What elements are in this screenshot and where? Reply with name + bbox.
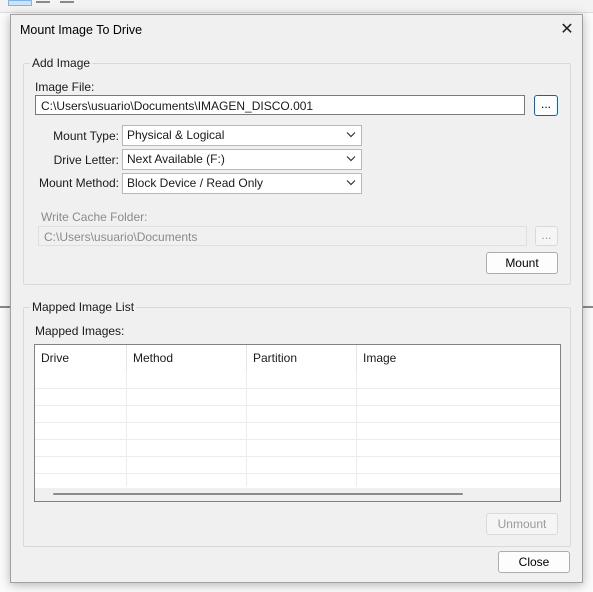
background-toolbar xyxy=(0,0,593,13)
close-button[interactable]: Close xyxy=(498,551,570,573)
drive-letter-value: Next Available (F:) xyxy=(127,152,225,166)
add-image-legend: Add Image xyxy=(30,56,93,70)
background-separator xyxy=(36,1,50,3)
write-cache-label: Write Cache Folder: xyxy=(41,210,148,224)
empty-row xyxy=(35,405,560,423)
drive-letter-label: Drive Letter: xyxy=(53,153,119,167)
column-header-image[interactable]: Image xyxy=(357,345,560,371)
background-separator xyxy=(60,1,74,3)
chevron-down-icon xyxy=(346,156,356,162)
column-header-method[interactable]: Method xyxy=(127,345,247,371)
mount-method-value: Block Device / Read Only xyxy=(127,176,264,190)
write-cache-input: C:\Users\usuario\Documents xyxy=(38,226,527,246)
background-edge-right xyxy=(582,306,593,308)
image-file-input[interactable]: C:\Users\usuario\Documents\IMAGEN_DISCO.… xyxy=(35,95,525,115)
horizontal-scrollbar[interactable] xyxy=(35,488,560,501)
drive-letter-select[interactable]: Next Available (F:) xyxy=(122,149,362,170)
empty-row xyxy=(35,439,560,457)
column-header-drive[interactable]: Drive xyxy=(35,345,127,371)
mapped-images-label: Mapped Images: xyxy=(35,324,125,338)
mount-image-dialog: Mount Image To Drive ✕ Add Image Image F… xyxy=(10,14,583,583)
unmount-button: Unmount xyxy=(486,513,558,535)
browse-cache-button: ... xyxy=(535,226,558,246)
mount-type-select[interactable]: Physical & Logical xyxy=(122,125,362,146)
column-header-partition[interactable]: Partition xyxy=(247,345,357,371)
mount-method-select[interactable]: Block Device / Read Only xyxy=(122,173,362,194)
image-file-label: Image File: xyxy=(35,80,95,94)
mount-type-value: Physical & Logical xyxy=(127,128,225,142)
empty-row xyxy=(35,422,560,440)
list-header: Drive Method Partition Image xyxy=(35,345,560,371)
browse-image-button[interactable]: ... xyxy=(534,95,558,116)
chevron-down-icon xyxy=(346,132,356,138)
background-edge-left xyxy=(0,306,10,308)
scrollbar-thumb[interactable] xyxy=(53,493,463,495)
mount-button[interactable]: Mount xyxy=(486,252,558,274)
empty-row xyxy=(35,371,560,389)
mount-method-label: Mount Method: xyxy=(38,176,119,190)
mapped-image-legend: Mapped Image List xyxy=(30,300,137,314)
close-icon[interactable]: ✕ xyxy=(552,15,582,45)
mapped-images-list[interactable]: Drive Method Partition Image xyxy=(34,344,561,502)
mount-type-label: Mount Type: xyxy=(53,129,119,143)
dialog-title: Mount Image To Drive xyxy=(20,23,143,37)
background-selected-tool xyxy=(8,0,32,6)
empty-row xyxy=(35,456,560,474)
title-bar: Mount Image To Drive ✕ xyxy=(11,15,582,45)
empty-row xyxy=(35,388,560,406)
chevron-down-icon xyxy=(346,180,356,186)
